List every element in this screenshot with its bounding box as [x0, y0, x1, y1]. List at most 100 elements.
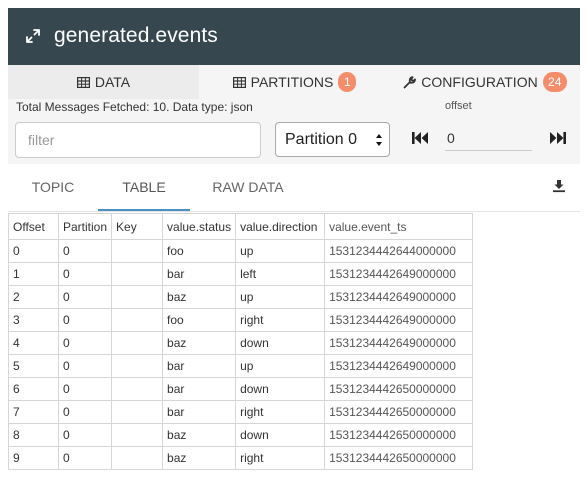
table-cell: baz [162, 285, 237, 309]
table-cell: baz [162, 423, 237, 447]
table-header-row: Offset Partition Key value.status value.… [8, 213, 474, 240]
table-cell: 0 [57, 446, 113, 470]
table-cell: foo [162, 308, 237, 332]
column-header[interactable]: value.direction [235, 213, 326, 240]
skip-first-icon[interactable] [410, 130, 430, 146]
select-arrows-icon [376, 134, 382, 146]
table-cell: 0 [57, 400, 113, 424]
table-cell [111, 423, 164, 447]
table-cell: 1531234442649000000 [324, 354, 474, 378]
table-cell: 1531234442649000000 [324, 285, 474, 309]
column-header[interactable]: value.event_ts [324, 213, 474, 240]
table-cell: baz [162, 331, 237, 355]
table-row: 6 0 bar down 1531234442650000000 [8, 377, 474, 401]
table-cell [111, 354, 164, 378]
table-cell [111, 331, 164, 355]
table-icon [232, 76, 246, 88]
offset-input[interactable] [445, 125, 532, 151]
fetch-summary: Total Messages Fetched: 10. Data type: j… [16, 100, 253, 114]
table-cell: 1531234442650000000 [324, 377, 474, 401]
table-row: 2 0 baz up 1531234442649000000 [8, 285, 474, 309]
column-header[interactable]: Partition [57, 213, 113, 240]
skip-last-icon[interactable] [548, 130, 568, 146]
table-cell: 5 [8, 354, 59, 378]
download-icon[interactable] [552, 179, 566, 193]
expand-icon[interactable] [24, 27, 42, 45]
topic-header: generated.events [8, 8, 580, 65]
table-cell: right [235, 308, 326, 332]
table-cell: bar [162, 400, 237, 424]
table-cell: 1531234442650000000 [324, 400, 474, 424]
main-tab-bar: DATA PARTITIONS 1 CONFIGURATION 24 [8, 65, 580, 99]
tab-table[interactable]: TABLE [98, 164, 190, 211]
messages-table: Offset Partition Key value.status value.… [8, 213, 474, 470]
tab-configuration-label: CONFIGURATION [421, 74, 538, 90]
table-cell: 0 [57, 285, 113, 309]
table-row: 0 0 foo up 1531234442644000000 [8, 239, 474, 263]
seek-label-text: offset [445, 100, 472, 112]
table-cell [111, 400, 164, 424]
filter-input[interactable] [15, 122, 261, 158]
column-header[interactable]: value.status [162, 213, 237, 240]
table-cell: 3 [8, 308, 59, 332]
table-cell: down [235, 331, 326, 355]
table-cell [111, 377, 164, 401]
table-cell: 1531234442649000000 [324, 308, 474, 332]
table-cell: 8 [8, 423, 59, 447]
table-cell: 0 [57, 423, 113, 447]
table-cell [111, 285, 164, 309]
tab-configuration[interactable]: CONFIGURATION 24 [390, 65, 580, 99]
wrench-icon [403, 75, 417, 88]
table-icon [76, 76, 90, 88]
table-cell: 7 [8, 400, 59, 424]
table-row: 3 0 foo right 1531234442649000000 [8, 308, 474, 332]
tab-partitions[interactable]: PARTITIONS 1 [199, 65, 390, 99]
tab-partitions-label: PARTITIONS [250, 74, 334, 90]
tab-topic[interactable]: TOPIC [16, 164, 90, 211]
table-cell: up [235, 285, 326, 309]
table-cell: bar [162, 354, 237, 378]
table-row: 7 0 bar right 1531234442650000000 [8, 400, 474, 424]
table-cell: 6 [8, 377, 59, 401]
table-cell: left [235, 262, 326, 286]
table-row: 4 0 baz down 1531234442649000000 [8, 331, 474, 355]
table-cell: down [235, 377, 326, 401]
table-cell: 1531234442644000000 [324, 239, 474, 263]
column-header[interactable]: Key [111, 213, 164, 240]
column-header[interactable]: Offset [8, 213, 59, 240]
table-cell: foo [162, 239, 237, 263]
table-cell: bar [162, 377, 237, 401]
table-cell: 4 [8, 331, 59, 355]
table-cell: 0 [8, 239, 59, 263]
table-cell: bar [162, 262, 237, 286]
partitions-count-badge: 1 [338, 72, 357, 92]
table-cell [111, 308, 164, 332]
tab-data-label: DATA [94, 74, 131, 90]
topic-title: generated.events [54, 24, 218, 47]
table-cell: baz [162, 446, 237, 470]
table-row: 1 0 bar left 1531234442649000000 [8, 262, 474, 286]
table-cell: 0 [57, 239, 113, 263]
table-cell: 0 [57, 377, 113, 401]
table-cell: 0 [57, 308, 113, 332]
table-cell [111, 262, 164, 286]
table-cell: 0 [57, 262, 113, 286]
table-cell: down [235, 423, 326, 447]
table-cell: right [235, 446, 326, 470]
table-cell: 9 [8, 446, 59, 470]
tab-raw-data[interactable]: RAW DATA [198, 164, 298, 211]
table-cell: up [235, 354, 326, 378]
tab-data[interactable]: DATA [8, 65, 199, 99]
table-row: 9 0 baz right 1531234442650000000 [8, 446, 474, 470]
seek-label: offset [445, 101, 472, 112]
partition-select-value: Partition 0 [285, 130, 358, 148]
table-cell: up [235, 239, 326, 263]
table-cell [111, 446, 164, 470]
table-cell: 1531234442649000000 [324, 262, 474, 286]
table-cell: 2 [8, 285, 59, 309]
partition-select[interactable]: Partition 0 [275, 122, 390, 157]
table-cell: 1531234442650000000 [324, 446, 474, 470]
configuration-count-badge: 24 [542, 72, 567, 92]
controls-panel: Total Messages Fetched: 10. Data type: j… [8, 99, 580, 164]
table-cell: 0 [57, 331, 113, 355]
